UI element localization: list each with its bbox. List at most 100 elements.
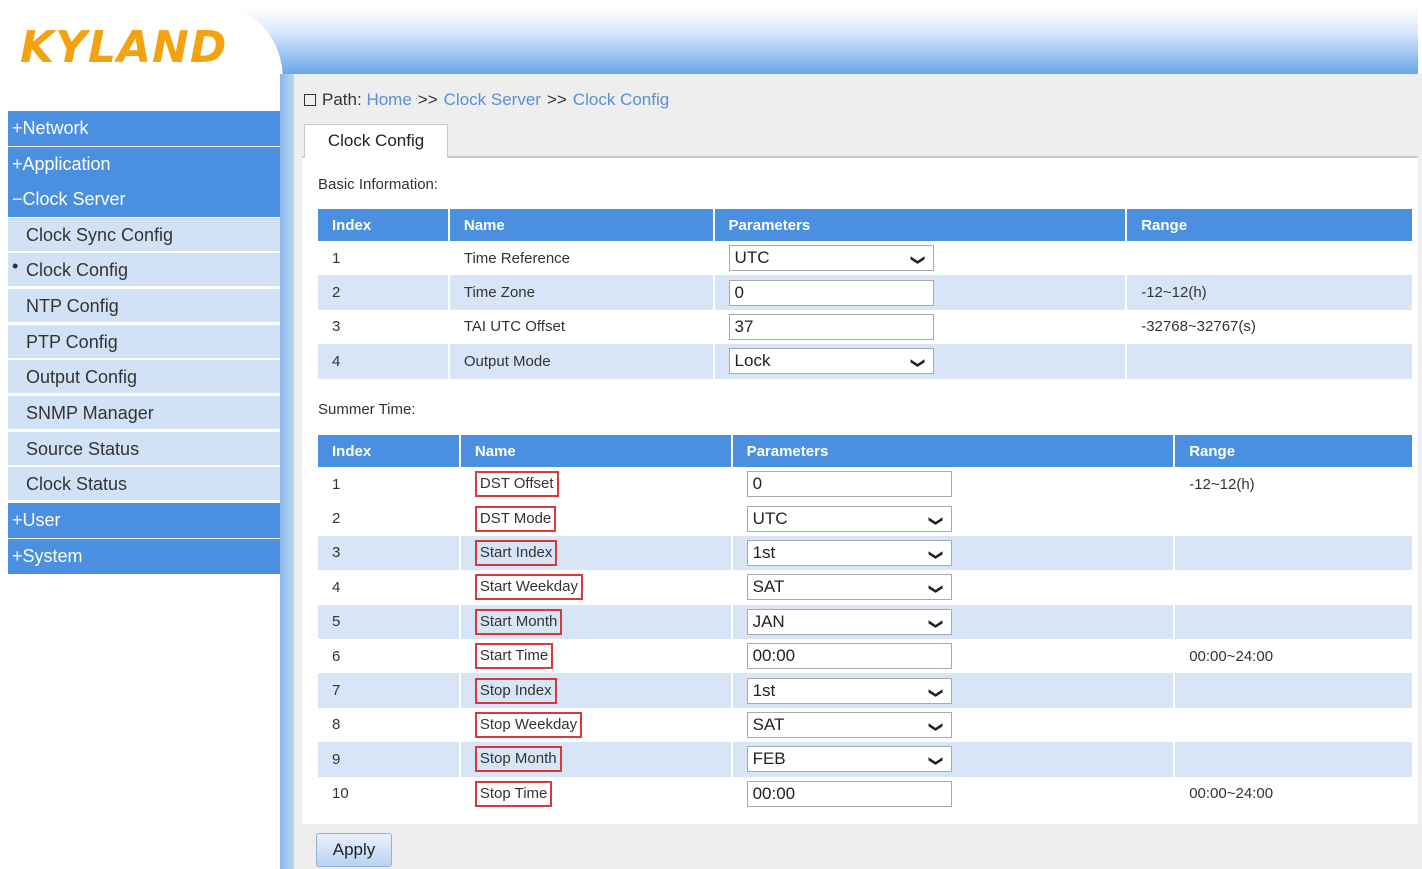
table-row: 8 Stop Weekday SAT ❯ (318, 707, 1414, 743)
dst-mode-select[interactable]: UTC ❯ (746, 505, 952, 532)
select-value: SAT (752, 577, 785, 597)
row-parameter-cell: JAN ❯ (731, 604, 1176, 639)
row-name: TAI UTC Offset (448, 309, 715, 345)
apply-button[interactable]: Apply (316, 833, 392, 867)
select-value: FEB (752, 749, 786, 769)
column-header-range: Range (1126, 209, 1414, 241)
row-parameter-cell: 00:00 (731, 638, 1176, 674)
highlighted-name: Stop Time (474, 780, 553, 807)
column-header-name: Name (448, 209, 715, 241)
row-index: 3 (318, 309, 450, 345)
start-time-input[interactable]: 00:00 (746, 643, 952, 670)
row-range (1174, 501, 1414, 536)
row-range: 00:00~24:00 (1174, 776, 1414, 811)
start-weekday-select[interactable]: SAT ❯ (746, 574, 952, 601)
select-value: UTC (752, 508, 788, 528)
row-parameter-cell: FEB ❯ (731, 742, 1176, 777)
sidebar-item-output-config[interactable]: Output Config (8, 360, 280, 395)
breadcrumb-home-link[interactable]: Home (366, 90, 411, 109)
row-index: 10 (318, 776, 461, 811)
stop-weekday-select[interactable]: SAT ❯ (746, 711, 952, 738)
tai-utc-offset-input[interactable]: 37 (728, 313, 934, 340)
breadcrumb-separator: >> (417, 90, 438, 109)
sidebar-item-clock-status[interactable]: Clock Status (8, 467, 280, 502)
row-name-cell: Start Time (459, 638, 733, 674)
column-header-parameters: Parameters (713, 209, 1128, 241)
sidebar: +Network +Application −Clock Server Cloc… (8, 74, 280, 869)
breadcrumb-clock-config-link[interactable]: Clock Config (573, 90, 669, 109)
row-index: 6 (318, 638, 461, 674)
row-name-cell: Stop Weekday (459, 707, 733, 743)
sidebar-item-snmp-manager[interactable]: SNMP Manager (8, 396, 280, 431)
sidebar-item-label: Clock Config (26, 260, 129, 280)
stop-index-select[interactable]: 1st ❯ (746, 677, 952, 704)
sidebar-category-user[interactable]: +User (8, 503, 280, 538)
sidebar-category-clock-server[interactable]: −Clock Server (8, 182, 280, 217)
sidebar-item-ptp-config[interactable]: PTP Config (8, 325, 280, 360)
row-parameter-cell: SAT ❯ (731, 707, 1176, 743)
select-value: 1st (752, 542, 776, 562)
time-reference-select[interactable]: UTC ❯ (728, 245, 934, 272)
breadcrumb-clock-server-link[interactable]: Clock Server (444, 90, 541, 109)
highlighted-name: Start Weekday (474, 574, 583, 601)
summer-time-title: Summer Time: (318, 401, 416, 418)
table-row: 1 Time Reference UTC ❯ (318, 241, 1414, 276)
row-name-cell: DST Offset (459, 467, 733, 502)
select-value: Lock (734, 351, 771, 371)
sidebar-item-source-status[interactable]: Source Status (8, 432, 280, 467)
row-name-cell: Start Index (459, 535, 733, 571)
row-range: 00:00~24:00 (1174, 638, 1414, 674)
stop-month-select[interactable]: FEB ❯ (746, 746, 952, 773)
logo-tab: KYLAND (8, 8, 283, 80)
row-parameter-cell: UTC ❯ (731, 501, 1176, 536)
row-parameter-cell: 37 (713, 309, 1128, 345)
column-header-name: Name (459, 435, 733, 467)
row-range (1174, 673, 1414, 708)
sidebar-item-clock-sync-config[interactable]: Clock Sync Config (8, 218, 280, 253)
chevron-down-icon: ❯ (928, 721, 945, 733)
basic-information-title: Basic Information: (318, 176, 439, 193)
active-item-dot-icon: • (12, 256, 19, 276)
dst-offset-input[interactable]: 0 (746, 471, 952, 498)
row-index: 4 (318, 570, 461, 605)
table-row: 2 Time Zone 0 -12~12(h) (318, 275, 1414, 310)
sidebar-item-ntp-config[interactable]: NTP Config (8, 289, 280, 324)
highlighted-name: DST Mode (474, 505, 557, 532)
stop-time-input[interactable]: 00:00 (746, 780, 952, 807)
sidebar-item-label: Output Config (26, 367, 138, 387)
column-header-range: Range (1174, 435, 1414, 467)
chevron-down-icon: ❯ (928, 686, 945, 699)
tab-clock-config[interactable]: Clock Config (304, 124, 448, 158)
row-index: 5 (318, 604, 461, 639)
time-zone-input[interactable]: 0 (728, 279, 934, 306)
highlighted-name: DST Offset (474, 471, 559, 498)
start-month-select[interactable]: JAN ❯ (746, 608, 952, 635)
chevron-down-icon: ❯ (928, 583, 945, 596)
row-index: 1 (318, 467, 461, 502)
sidebar-category-system[interactable]: +System (8, 539, 280, 574)
chevron-down-icon: ❯ (928, 549, 945, 561)
row-parameter-cell: 0 (731, 467, 1176, 502)
table-row: 4 Output Mode Lock ❯ (318, 344, 1414, 379)
highlighted-name: Start Index (474, 539, 558, 566)
row-index: 9 (318, 742, 461, 777)
sidebar-category-network[interactable]: +Network (8, 111, 280, 146)
breadcrumb-prefix: Path: (322, 90, 362, 109)
table-header-row: Index Name Parameters Range (318, 435, 1414, 467)
row-index: 2 (318, 501, 461, 536)
row-name-cell: DST Mode (459, 501, 733, 536)
start-index-select[interactable]: 1st ❯ (746, 539, 952, 566)
sidebar-item-label: Source Status (26, 439, 140, 459)
column-header-parameters: Parameters (731, 435, 1176, 467)
breadcrumb-separator: >> (546, 90, 567, 109)
table-row: 6 Start Time 00:00 00:00~24:00 (318, 638, 1414, 674)
sidebar-category-application[interactable]: +Application (8, 147, 280, 182)
output-mode-select[interactable]: Lock ❯ (728, 348, 934, 375)
sidebar-item-clock-config[interactable]: • Clock Config (8, 253, 280, 288)
row-parameter-cell: 1st ❯ (731, 535, 1176, 571)
row-name: Time Zone (448, 275, 715, 310)
chevron-down-icon: ❯ (910, 357, 927, 370)
column-header-index: Index (318, 435, 461, 467)
row-range: -32768~32767(s) (1126, 309, 1414, 345)
row-index: 8 (318, 707, 461, 743)
